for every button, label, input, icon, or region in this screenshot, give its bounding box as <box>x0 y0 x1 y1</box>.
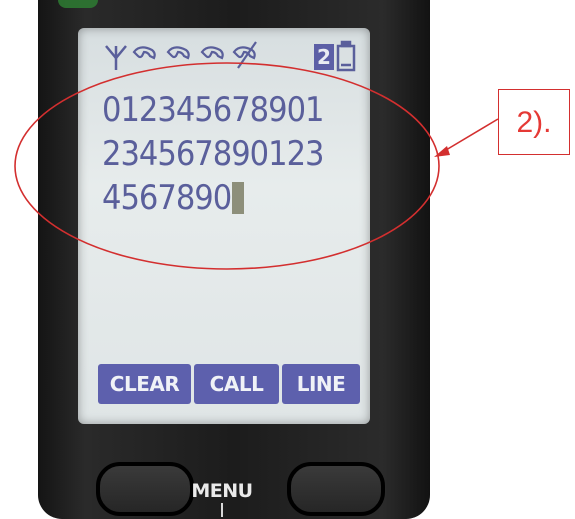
dialed-digits-line-2: 234567890123 <box>102 134 324 174</box>
left-soft-button[interactable] <box>96 462 194 516</box>
figure-canvas: 2 012345678901 234567890123 4567890 CLEA… <box>0 0 575 519</box>
callout-arrowhead <box>434 146 450 157</box>
battery-icon <box>336 40 356 72</box>
dialed-digits-line-1: 012345678901 <box>102 90 324 130</box>
call-softkey[interactable]: CALL <box>194 364 279 404</box>
menu-key-indicator <box>221 503 223 517</box>
status-led <box>58 0 98 8</box>
dialed-number: 012345678901 234567890123 4567890 <box>102 88 362 220</box>
line-softkey[interactable]: LINE <box>282 364 360 404</box>
handset-icon <box>200 46 224 60</box>
handset-muted-icon <box>232 41 257 69</box>
dialed-digits-line-3-text: 4567890 <box>102 178 232 218</box>
clear-softkey[interactable]: CLEAR <box>98 364 191 404</box>
status-bar: 2 <box>104 40 358 80</box>
callout-label: 2). <box>498 89 570 155</box>
handset-icon <box>132 46 156 60</box>
antenna-icon <box>105 45 127 70</box>
line-number-badge: 2 <box>314 44 334 70</box>
text-cursor <box>232 182 245 214</box>
right-soft-button[interactable] <box>287 462 385 516</box>
handset-icon <box>166 46 190 60</box>
dialed-digits-line-3: 4567890 <box>102 176 362 220</box>
callout-arrow-line <box>440 118 499 154</box>
softkey-bar: CLEAR CALL LINE <box>98 364 360 404</box>
menu-button-label[interactable]: MENU <box>187 480 257 502</box>
phone-lcd-screen: 2 012345678901 234567890123 4567890 CLEA… <box>78 28 370 424</box>
